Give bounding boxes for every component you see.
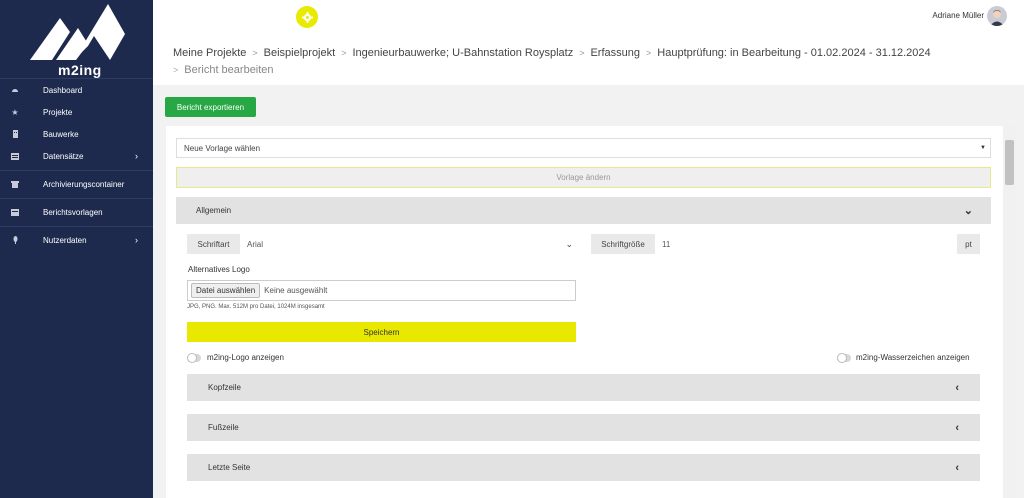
sidebar-divider xyxy=(0,78,153,79)
gear-icon xyxy=(301,11,313,23)
accordion-fusszeile[interactable]: Fußzeile ‹ xyxy=(187,414,980,441)
alternative-logo-label: Alternatives Logo xyxy=(188,265,250,274)
top-bar: Adriane Müller xyxy=(153,0,1024,33)
font-select[interactable]: Arial ⌄ xyxy=(240,234,576,254)
scrollbar-thumb[interactable] xyxy=(1005,140,1014,185)
report-icon xyxy=(11,208,19,216)
file-hint: JPG, PNG. Max. 512M pro Datei, 1024M ins… xyxy=(187,304,325,310)
font-size-unit: pt xyxy=(957,234,980,254)
breadcrumb-separator: > xyxy=(173,65,179,75)
brand-name: m2ing xyxy=(58,62,102,78)
dashboard-icon xyxy=(11,86,19,94)
settings-button[interactable] xyxy=(296,6,318,28)
breadcrumb-item-beispielprojekt[interactable]: Beispielprojekt xyxy=(264,47,336,59)
breadcrumb-item-meine-projekte[interactable]: Meine Projekte xyxy=(173,47,246,59)
sidebar-item-label: Datensätze xyxy=(43,151,84,161)
font-size-input[interactable]: 11 xyxy=(655,234,957,254)
sidebar-item-label: Archivierungscontainer xyxy=(43,179,125,189)
breadcrumb: Meine Projekte > Beispielprojekt > Ingenieur… xyxy=(153,33,1024,85)
chevron-down-icon: ⌄ xyxy=(565,238,573,249)
template-select-value: Neue Vorlage wählen xyxy=(184,143,261,153)
toggle-m2ing-logo-label: m2ing-Logo anzeigen xyxy=(207,353,284,362)
toggle-m2ing-watermark[interactable] xyxy=(837,353,851,363)
sidebar-item-label: Bauwerke xyxy=(43,129,79,139)
logo-file-input[interactable]: Datei auswählen Keine ausgewählt xyxy=(187,280,576,301)
breadcrumb-item-bauwerk[interactable]: Ingenieurbauwerke; U-Bahnstation Royspla… xyxy=(352,47,573,59)
chevron-down-icon: ⌄ xyxy=(963,205,973,217)
accordion-kopfzeile[interactable]: Kopfzeile ‹ xyxy=(187,374,980,401)
chevron-left-icon: ‹ xyxy=(955,381,959,394)
pin-icon xyxy=(11,236,19,244)
sidebar-item-projekte[interactable]: ★ Projekte xyxy=(0,102,153,122)
save-button[interactable]: Speichern xyxy=(187,322,576,342)
font-size-label: Schriftgröße xyxy=(591,234,655,254)
caret-down-icon: ▼ xyxy=(980,145,986,151)
file-status: Keine ausgewählt xyxy=(264,286,328,295)
chevron-left-icon: ‹ xyxy=(955,461,959,474)
sidebar-item-datensaetze[interactable]: Datensätze › xyxy=(0,146,153,166)
breadcrumb-separator: > xyxy=(646,48,652,58)
template-select[interactable]: Neue Vorlage wählen ▼ xyxy=(176,138,991,158)
accordion-title: Fußzeile xyxy=(208,423,239,432)
change-template-button[interactable]: Vorlage ändern xyxy=(176,167,991,188)
sidebar-item-label: Berichtsvorlagen xyxy=(43,207,103,217)
sidebar-item-berichtsvorlagen[interactable]: Berichtsvorlagen xyxy=(0,202,153,222)
breadcrumb-separator: > xyxy=(579,48,585,58)
avatar[interactable] xyxy=(987,6,1007,26)
breadcrumb-item-pruefung[interactable]: Hauptprüfung: in Bearbeitung - 01.02.202… xyxy=(657,47,930,59)
breadcrumb-separator: > xyxy=(252,48,258,58)
sidebar-divider xyxy=(0,170,153,171)
breadcrumb-item-erfassung[interactable]: Erfassung xyxy=(590,47,640,59)
sidebar-item-bauwerke[interactable]: Bauwerke xyxy=(0,124,153,144)
accordion-title: Allgemein xyxy=(196,206,232,215)
choose-file-button[interactable]: Datei auswählen xyxy=(191,283,261,298)
accordion-title: Kopfzeile xyxy=(208,383,241,392)
accordion-allgemein[interactable]: Allgemein ⌄ xyxy=(176,197,991,224)
chevron-right-icon: › xyxy=(135,235,138,245)
archive-icon xyxy=(11,180,19,188)
accordion-letzte-seite[interactable]: Letzte Seite ‹ xyxy=(187,454,980,481)
font-label: Schriftart xyxy=(187,234,240,254)
font-select-value: Arial xyxy=(247,239,264,249)
table-icon xyxy=(11,152,19,160)
breadcrumb-current: Bericht bearbeiten xyxy=(184,64,274,76)
user-name[interactable]: Adriane Müller xyxy=(932,11,984,20)
breadcrumb-separator: > xyxy=(341,48,347,58)
sidebar-item-label: Projekte xyxy=(43,107,73,117)
accordion-title: Letzte Seite xyxy=(208,463,251,472)
toggle-m2ing-logo[interactable] xyxy=(187,353,201,363)
sidebar-item-dashboard[interactable]: Dashboard xyxy=(0,80,153,100)
sidebar-divider xyxy=(0,226,153,227)
star-icon: ★ xyxy=(11,107,19,117)
sidebar-item-label: Nutzerdaten xyxy=(43,235,87,245)
export-report-button[interactable]: Bericht exportieren xyxy=(165,97,256,117)
sidebar: m2ing Dashboard ★ Projekte Bauwerke Date… xyxy=(0,0,153,498)
building-icon xyxy=(11,130,19,138)
sidebar-item-archivierungscontainer[interactable]: Archivierungscontainer xyxy=(0,174,153,194)
sidebar-divider xyxy=(0,198,153,199)
sidebar-item-label: Dashboard xyxy=(43,85,83,95)
toggle-m2ing-watermark-label: m2ing-Wasserzeichen anzeigen xyxy=(856,353,970,362)
sidebar-item-nutzerdaten[interactable]: Nutzerdaten › xyxy=(0,230,153,250)
chevron-left-icon: ‹ xyxy=(955,421,959,434)
chevron-right-icon: › xyxy=(135,151,138,161)
